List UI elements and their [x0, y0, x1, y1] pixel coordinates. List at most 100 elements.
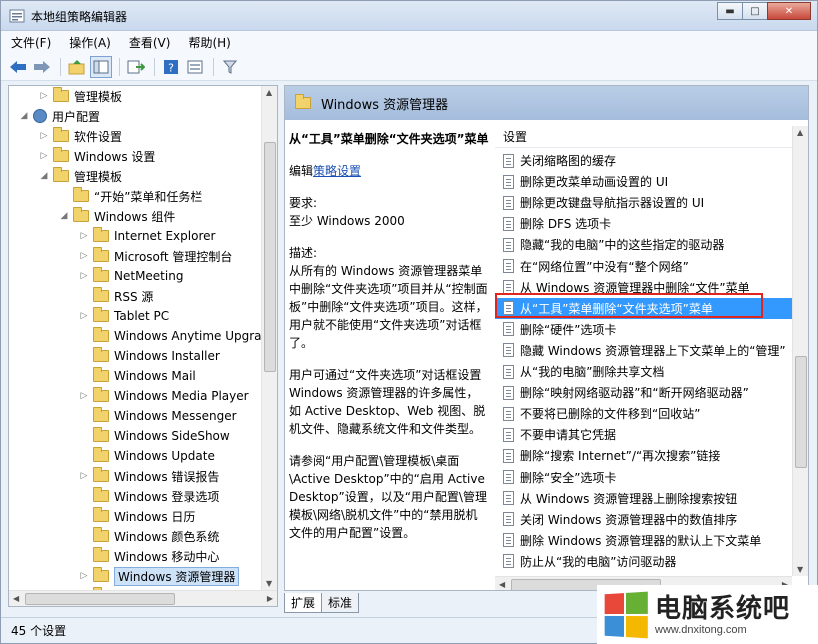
expand-arrow-icon[interactable]: ▷: [79, 271, 89, 281]
setting-label: 隐藏 Windows 资源管理器上下文菜单上的“管理”: [520, 343, 786, 358]
tree-item[interactable]: Windows 颜色系统: [79, 526, 219, 546]
tree-item[interactable]: Windows Update: [79, 446, 215, 466]
settings-vertical-scrollbar[interactable]: ▲ ▼: [792, 126, 808, 576]
setting-row[interactable]: 隐藏 Windows 资源管理器上下文菜单上的“管理”: [495, 340, 792, 361]
tree-item[interactable]: ◢ Windows 组件: [59, 206, 175, 226]
setting-row[interactable]: 隐藏“我的电脑”中的这些指定的驱动器: [495, 234, 792, 255]
setting-row[interactable]: 删除“硬件”选项卡: [495, 319, 792, 340]
back-icon: [10, 60, 26, 73]
folder-icon: [93, 247, 109, 262]
expand-arrow-icon[interactable]: ▷: [79, 571, 89, 581]
tree-item[interactable]: ▷ Microsoft 管理控制台: [79, 246, 232, 266]
export-button[interactable]: [125, 56, 147, 78]
menu-view[interactable]: 查看(V): [129, 34, 171, 51]
toolbar: ?: [1, 53, 817, 81]
maximize-button[interactable]: □: [742, 2, 768, 20]
setting-row[interactable]: 删除“映射网络驱动器”和“断开网络驱动器”: [495, 382, 792, 403]
setting-row[interactable]: 从 Windows 资源管理器中删除“文件”菜单: [495, 277, 792, 298]
setting-row[interactable]: 从 Windows 资源管理器上删除搜索按钮: [495, 488, 792, 509]
show-tree-button[interactable]: [90, 55, 112, 78]
folder-icon: [73, 207, 89, 222]
tree-vertical-scrollbar[interactable]: ▲ ▼: [261, 86, 277, 590]
collapse-arrow-icon[interactable]: ◢: [59, 211, 69, 221]
expand-arrow-icon[interactable]: ▷: [39, 131, 49, 141]
tree-item[interactable]: Windows 移动中心: [79, 546, 219, 566]
folder-icon: [73, 187, 89, 202]
requirements-label: 要求:: [289, 196, 318, 210]
edit-policy-link[interactable]: 策略设置: [313, 164, 361, 178]
tree-item[interactable]: ▷ Tablet PC: [79, 306, 169, 326]
settings-column-header[interactable]: 设置: [495, 126, 792, 148]
expand-arrow-icon[interactable]: ▷: [79, 251, 89, 261]
help-button[interactable]: ?: [160, 56, 182, 78]
setting-row[interactable]: 删除“安全”选项卡: [495, 467, 792, 488]
setting-row[interactable]: 从“我的电脑”删除共享文档: [495, 361, 792, 382]
scroll-right-arrow-icon[interactable]: ▶: [267, 594, 273, 603]
tree-item[interactable]: “开始”菜单和任务栏: [59, 186, 202, 206]
tree-item[interactable]: Windows Messenger: [79, 406, 237, 426]
setting-row[interactable]: 关闭 Windows 资源管理器中的数值排序: [495, 509, 792, 530]
tree-item[interactable]: ▷ Windows 资源管理器: [79, 566, 240, 586]
setting-row[interactable]: 不要将已删除的文件移到“回收站”: [495, 403, 792, 424]
tree-item[interactable]: ▷ Windows 错误报告: [79, 466, 219, 486]
tree-item[interactable]: Windows SideShow: [79, 426, 230, 446]
tree-item[interactable]: ▷ NetMeeting: [79, 266, 183, 286]
minimize-button[interactable]: ▬: [717, 2, 743, 20]
menu-file[interactable]: 文件(F): [11, 34, 51, 51]
tree-item[interactable]: RSS 源: [79, 286, 153, 306]
setting-row[interactable]: 删除 DFS 选项卡: [495, 213, 792, 234]
scroll-up-arrow-icon[interactable]: ▲: [266, 88, 272, 97]
setting-row[interactable]: 删除“搜索 Internet”/“再次搜索”链接: [495, 445, 792, 466]
tree-horizontal-scrollbar[interactable]: ◀ ▶: [9, 590, 277, 606]
up-button[interactable]: [66, 56, 88, 78]
scroll-down-arrow-icon[interactable]: ▼: [266, 579, 272, 588]
expand-arrow-icon[interactable]: ▷: [79, 391, 89, 401]
close-button[interactable]: ✕: [767, 2, 811, 20]
forward-button[interactable]: [31, 56, 53, 78]
scroll-left-arrow-icon[interactable]: ◀: [13, 594, 19, 603]
tree-item[interactable]: ▷ Windows 设置: [39, 146, 155, 166]
filter-button[interactable]: [219, 56, 241, 78]
expand-arrow-icon[interactable]: ▷: [79, 471, 89, 481]
collapse-arrow-icon[interactable]: ◢: [19, 111, 29, 121]
tree-item[interactable]: ▷ 管理模板: [39, 86, 122, 106]
menu-action[interactable]: 操作(A): [69, 34, 111, 51]
tab-standard[interactable]: 标准: [321, 593, 360, 613]
menu-help[interactable]: 帮助(H): [188, 34, 230, 51]
tree-item[interactable]: ▷ 软件设置: [39, 126, 122, 146]
tree-item[interactable]: Windows 日历: [79, 506, 195, 526]
properties-button[interactable]: [184, 56, 206, 78]
setting-row[interactable]: 删除 Windows 资源管理器的默认上下文菜单: [495, 530, 792, 551]
tree-item[interactable]: ▷ Internet Explorer: [79, 226, 215, 246]
setting-row[interactable]: 关闭缩略图的缓存: [495, 150, 792, 171]
setting-row[interactable]: 在“网络位置”中没有“整个网络”: [495, 256, 792, 277]
tree-item[interactable]: ◢ 管理模板: [39, 166, 122, 186]
tree-item[interactable]: Windows 登录选项: [79, 486, 219, 506]
setting-row[interactable]: 删除更改菜单动画设置的 UI: [495, 171, 792, 192]
scroll-down-arrow-icon[interactable]: ▼: [797, 565, 803, 574]
tree-hscroll-thumb[interactable]: [25, 593, 175, 605]
setting-row[interactable]: 从“工具”菜单删除“文件夹选项”菜单: [495, 297, 792, 319]
scroll-left-arrow-icon[interactable]: ◀: [499, 580, 505, 589]
tree-item[interactable]: Windows Mail: [79, 366, 196, 386]
expand-arrow-icon[interactable]: ▷: [39, 91, 49, 101]
tree-item[interactable]: Windows Installer: [79, 346, 220, 366]
folder-icon: [93, 227, 109, 242]
expand-arrow-icon[interactable]: ▷: [79, 231, 89, 241]
settings-scroll-thumb[interactable]: [795, 356, 807, 468]
scroll-up-arrow-icon[interactable]: ▲: [797, 128, 803, 137]
policy-setting-icon: [503, 533, 514, 548]
back-button[interactable]: [7, 56, 29, 78]
windows-logo-icon: [604, 591, 648, 639]
tree-scroll-thumb[interactable]: [264, 142, 276, 372]
setting-row[interactable]: 删除更改键盘导航指示器设置的 UI: [495, 192, 792, 213]
collapse-arrow-icon[interactable]: ◢: [39, 171, 49, 181]
tree-item[interactable]: ◢ 用户配置: [19, 106, 100, 126]
tree-item[interactable]: ▷ Windows Media Player: [79, 386, 249, 406]
setting-row[interactable]: 防止从“我的电脑”访问驱动器: [495, 551, 792, 572]
expand-arrow-icon[interactable]: ▷: [79, 311, 89, 321]
expand-arrow-icon[interactable]: ▷: [39, 151, 49, 161]
setting-row[interactable]: 不要申请其它凭据: [495, 424, 792, 445]
tree-item[interactable]: Windows Anytime Upgrad: [79, 326, 269, 346]
tab-extended[interactable]: 扩展: [284, 593, 323, 613]
